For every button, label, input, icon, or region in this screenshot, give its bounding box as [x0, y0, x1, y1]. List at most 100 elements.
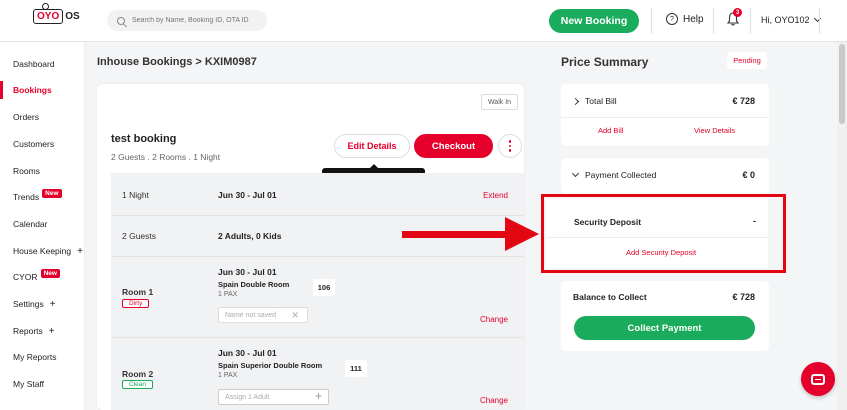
- sidebar-item-orders[interactable]: Orders: [0, 104, 85, 130]
- booking-summary: 2 Guests . 2 Rooms . 1 Night: [111, 152, 221, 162]
- nights-label: 1 Night: [122, 190, 149, 200]
- extend-link[interactable]: Extend: [483, 191, 508, 200]
- logo-suffix: OS: [65, 11, 80, 22]
- help-button[interactable]: ? Help: [666, 13, 704, 25]
- sidebar-item-settings[interactable]: Settings +: [0, 291, 85, 317]
- help-label: Help: [683, 13, 704, 25]
- sidebar-item-label: Trends: [13, 192, 40, 202]
- top-header: OYO OS New Booking ? Help 3 Hi, OYO102: [0, 0, 847, 42]
- sidebar-item-bookings[interactable]: Bookings: [0, 77, 85, 103]
- room-status-badge: Dirty: [122, 299, 150, 308]
- divider: [561, 117, 769, 118]
- divider: [713, 8, 714, 34]
- sidebar: Dashboard Bookings Orders Customers Room…: [0, 42, 85, 410]
- annotation-arrow-head: [505, 217, 539, 251]
- divider: [819, 8, 820, 34]
- chat-icon: [811, 373, 825, 385]
- notification-count-badge: 3: [733, 8, 742, 17]
- expand-icon: +: [77, 245, 83, 257]
- room-label: Room 1: [122, 287, 154, 297]
- room-dates: Jun 30 - Jul 01: [218, 348, 277, 358]
- assign-guest-field[interactable]: Assign 1 Adult +: [218, 389, 329, 405]
- total-bill-card: Total Bill € 728 Add Bill View Details: [561, 84, 769, 146]
- total-bill-toggle[interactable]: Total Bill: [571, 96, 617, 106]
- user-greeting: Hi, OYO102: [761, 15, 810, 25]
- new-booking-button[interactable]: New Booking: [549, 9, 639, 33]
- room-number: 111: [345, 360, 367, 377]
- nights-row: 1 Night Jun 30 - Jul 01 Extend: [111, 173, 524, 216]
- sidebar-item-label: My Staff: [13, 379, 45, 389]
- nights-dates: Jun 30 - Jul 01: [218, 190, 277, 200]
- payment-collected-toggle[interactable]: Payment Collected: [571, 169, 657, 180]
- sidebar-item-label: CYOR: [13, 272, 38, 282]
- collect-payment-button[interactable]: Collect Payment: [574, 316, 755, 340]
- room-label: Room 2: [122, 369, 154, 379]
- sidebar-item-label: Settings: [13, 299, 44, 309]
- expand-icon: +: [48, 325, 55, 337]
- change-room-link[interactable]: Change: [480, 315, 508, 324]
- new-badge: New: [42, 188, 62, 198]
- payment-collected-card: Payment Collected € 0: [561, 158, 769, 194]
- total-bill-value: € 728: [732, 96, 755, 106]
- sidebar-item-cyor[interactable]: CYOR New: [0, 264, 85, 290]
- payment-collected-label: Payment Collected: [585, 170, 657, 180]
- room-dates: Jun 30 - Jul 01: [218, 267, 277, 277]
- sidebar-item-customers[interactable]: Customers: [0, 131, 85, 157]
- sidebar-item-label: Reports: [13, 326, 43, 336]
- user-menu[interactable]: Hi, OYO102: [761, 14, 821, 25]
- sidebar-item-label: Rooms: [13, 166, 40, 176]
- sidebar-item-my-reports[interactable]: My Reports: [0, 344, 85, 370]
- sidebar-item-house-keeping[interactable]: House Keeping +: [0, 238, 85, 264]
- room-number: 106: [313, 279, 335, 296]
- balance-label: Balance to Collect: [573, 292, 647, 302]
- price-summary-title: Price Summary: [561, 55, 649, 69]
- sidebar-item-label: Calendar: [13, 219, 48, 229]
- scrollbar-thumb[interactable]: [839, 44, 845, 124]
- guest-name-text: Name not saved: [225, 311, 276, 319]
- walk-in-tag: Walk In: [481, 94, 518, 110]
- sidebar-item-label: Orders: [13, 112, 39, 122]
- sidebar-item-trends[interactable]: Trends New: [0, 184, 85, 210]
- balance-value: € 728: [732, 292, 755, 302]
- search-icon: [117, 16, 125, 25]
- booking-name: test booking: [111, 133, 177, 145]
- sidebar-item-label: House Keeping: [13, 246, 72, 256]
- checkout-button[interactable]: Checkout: [414, 134, 493, 158]
- view-details-link[interactable]: View Details: [694, 126, 735, 135]
- guest-name-field[interactable]: Name not saved ✕: [218, 307, 308, 323]
- payment-status-badge: Pending: [727, 52, 767, 69]
- sidebar-item-dashboard[interactable]: Dashboard: [0, 51, 85, 77]
- add-bill-link[interactable]: Add Bill: [598, 126, 623, 135]
- sidebar-item-label: Bookings: [13, 85, 52, 95]
- divider: [651, 8, 652, 34]
- guests-label: 2 Guests: [122, 231, 157, 241]
- edit-details-button[interactable]: Edit Details: [334, 134, 410, 158]
- sidebar-item-label: My Reports: [13, 352, 57, 362]
- chevron-right-icon: [571, 97, 580, 106]
- chat-button[interactable]: [801, 362, 835, 396]
- headset-icon: ?: [666, 13, 678, 25]
- new-badge: New: [40, 268, 60, 278]
- more-options-icon[interactable]: [498, 134, 522, 158]
- divider: [750, 8, 751, 34]
- room-pax: 1 PAX: [218, 372, 238, 379]
- search-input[interactable]: [132, 17, 262, 24]
- annotation-highlight-box: [541, 194, 786, 273]
- change-room-link[interactable]: Change: [480, 396, 508, 405]
- sidebar-item-rooms[interactable]: Rooms: [0, 158, 85, 184]
- expand-icon: +: [49, 298, 56, 310]
- total-bill-label: Total Bill: [585, 96, 617, 106]
- search-bar[interactable]: [107, 10, 267, 31]
- assign-guest-text: Assign 1 Adult: [225, 393, 270, 401]
- add-icon[interactable]: +: [315, 389, 322, 403]
- close-icon[interactable]: ✕: [291, 310, 299, 321]
- sidebar-item-reports[interactable]: Reports +: [0, 318, 85, 344]
- sidebar-item-label: Dashboard: [13, 59, 55, 69]
- payment-collected-value: € 0: [742, 170, 755, 180]
- sidebar-item-calendar[interactable]: Calendar: [0, 211, 85, 237]
- breadcrumb: Inhouse Bookings > KXIM0987: [97, 56, 257, 68]
- oyo-os-logo[interactable]: OYO OS: [33, 3, 80, 24]
- annotation-arrow-shaft: [402, 231, 507, 238]
- room-type: Spain Double Room: [218, 280, 290, 289]
- sidebar-item-my-staff[interactable]: My Staff: [0, 371, 85, 397]
